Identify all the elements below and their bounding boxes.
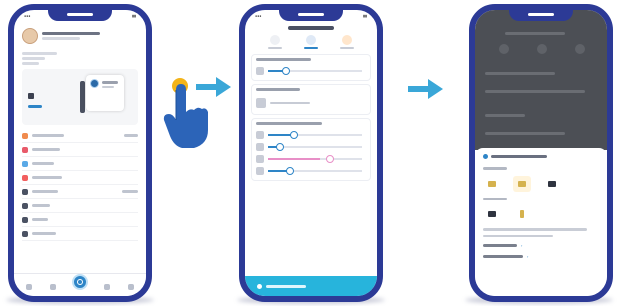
settings-section [251,84,371,115]
tab-profile-icon[interactable] [128,284,134,290]
tab-icon[interactable] [50,284,56,290]
profile-subtitle-blur [42,37,81,40]
sheet-title [483,154,599,159]
slider-knob[interactable] [286,167,294,175]
center-action-button[interactable] [72,274,88,290]
profile-name-blur [42,32,100,35]
tab-icon[interactable] [104,284,110,290]
option-tile[interactable] [483,176,501,192]
menu-item[interactable] [22,157,138,171]
phone-notch [509,10,573,21]
menu-icon [22,132,28,139]
slider-knob[interactable] [282,67,290,75]
settings-section [251,118,371,181]
device-power-icon [90,79,99,88]
avatar[interactable] [22,28,38,44]
device-image [80,81,85,113]
menu-item[interactable] [22,213,138,227]
right-arrow-icon [196,77,231,97]
dimmed-background[interactable] [475,10,607,150]
option-tile[interactable] [483,206,501,222]
menu-item[interactable] [22,227,138,241]
menu-icon [22,202,28,209]
right-arrow-icon [408,79,443,99]
slider[interactable] [256,65,366,77]
menu-list [22,129,138,241]
slider[interactable] [256,141,366,153]
slider[interactable] [256,153,366,165]
mode-selector [245,33,377,52]
phone-settings-screen: ●●● ▮▮ [239,4,383,302]
phone-home-screen: ●●● ▮▮ [8,4,152,302]
menu-item[interactable] [22,199,138,213]
menu-icon [22,216,28,223]
check-icon [483,154,488,159]
settings-section [251,54,371,81]
option-tile[interactable] [543,176,561,192]
phone-notch [48,10,112,21]
mode-option-selected[interactable] [304,34,318,49]
footer-icon [257,283,262,289]
slider[interactable] [256,165,366,177]
slider-knob[interactable] [326,155,334,163]
sheet-link[interactable]: › [483,254,599,259]
menu-icon [22,230,28,237]
footer-action-bar[interactable] [245,276,377,296]
menu-icon [22,188,28,195]
menu-icon [22,160,28,167]
device-card[interactable] [22,69,138,125]
bottom-sheet: › › [475,148,607,296]
option-tile[interactable] [513,206,531,222]
menu-item[interactable] [22,171,138,185]
menu-item[interactable] [22,185,138,199]
mode-option[interactable] [268,34,282,49]
phone-notch [279,10,343,21]
slider-knob[interactable] [276,143,284,151]
menu-item[interactable] [22,143,138,157]
bottom-tab-bar [14,273,146,296]
option-grid [483,206,599,222]
profile-header[interactable] [14,22,146,50]
option-grid [483,175,599,192]
menu-icon [22,174,28,181]
option-tile-selected[interactable] [513,175,531,192]
sheet-link[interactable]: › [483,243,599,248]
slider-knob[interactable] [290,131,298,139]
slider[interactable] [256,129,366,141]
phone-options-sheet-screen: › › [469,4,613,302]
screen-header [245,22,377,33]
tab-home-icon[interactable] [26,284,32,290]
device-status-popup[interactable] [86,75,124,111]
mode-option[interactable] [340,34,354,49]
menu-icon [22,146,28,153]
menu-item[interactable] [22,129,138,143]
